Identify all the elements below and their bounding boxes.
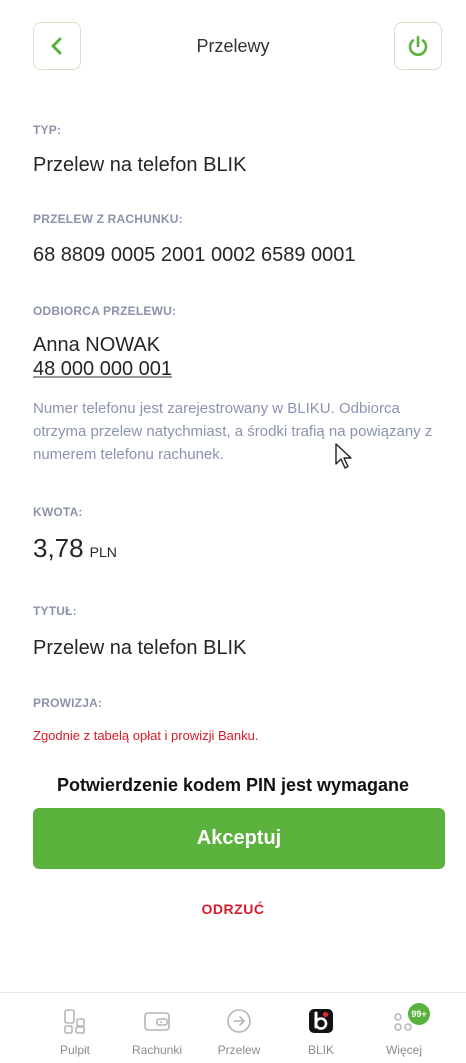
power-icon [408,35,428,56]
accept-button[interactable]: Akceptuj [33,808,445,869]
pin-required-text: Potwierdzenie kodem PIN jest wymagane [56,775,410,795]
tab-label: Przelew [217,1043,261,1057]
recipient-phone: 48 000 000 001 [33,358,173,380]
tab-wiecej[interactable]: 99+ Więcej [364,993,444,1063]
logout-button[interactable] [394,22,442,70]
from-account-value: 68 8809 0005 2001 0002 6589 0001 [33,244,356,266]
fee-label: PROWIZJA: [33,696,103,710]
fee-value: Zgodnie z tabelą opłat i prowizji Banku. [33,728,259,743]
tab-label: BLIK [307,1043,334,1057]
type-label: TYP: [33,123,62,137]
recipient-name: Anna NOWAK [33,334,161,356]
title-label: TYTUŁ: [33,604,77,618]
amount-label: KWOTA: [33,505,83,519]
tab-label: Rachunki [131,1043,183,1057]
notification-badge: 99+ [408,1003,430,1025]
reject-button[interactable]: ODRZUĆ [0,901,466,917]
tab-przelew[interactable]: Przelew [199,993,279,1063]
type-value: Przelew na telefon BLIK [33,154,247,176]
mouse-cursor-icon [335,443,352,469]
tab-blik[interactable]: BLIK [281,993,361,1063]
bottom-tab-bar: Pulpit Rachunki Przelew BLIK 99+ Więcej [0,992,466,1063]
tab-rachunki[interactable]: Rachunki [117,993,197,1063]
tab-label: Więcej [385,1043,422,1057]
amount-display: 3,78 PLN [33,533,117,564]
recipient-label: ODBIORCA PRZELEWU: [33,304,177,318]
tab-pulpit[interactable]: Pulpit [35,993,115,1063]
from-account-label: PRZELEW Z RACHUNKU: [33,212,183,226]
wallet-icon [144,1012,170,1031]
tab-label: Pulpit [59,1043,91,1057]
dashboard-icon [64,1009,85,1034]
blik-icon [309,1009,333,1033]
recipient-hint: Numer telefonu jest zarejestrowany w BLI… [33,400,433,463]
amount-currency: PLN [89,544,117,560]
title-value: Przelew na telefon BLIK [33,637,247,659]
arrow-circle-icon [227,1009,251,1033]
header: Przelewy [0,0,466,90]
amount-value: 3,78 [33,533,84,563]
